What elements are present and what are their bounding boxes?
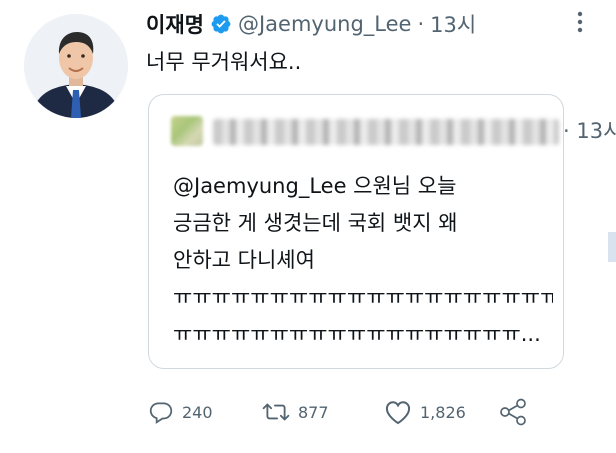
tweet-text: 너무 무거워서요.. [146, 50, 302, 74]
reply-icon [149, 402, 173, 424]
author-avatar[interactable] [24, 14, 128, 118]
like-button[interactable]: 1,826 [384, 395, 466, 429]
tweet-timestamp[interactable]: 13시 [430, 9, 476, 39]
reply-button[interactable]: 240 [148, 395, 213, 429]
like-count: 1,826 [420, 402, 466, 422]
tweet-header: 이재명 @Jaemyung_Lee · 13시 [146, 8, 476, 40]
author-name[interactable]: 이재명 [146, 9, 204, 39]
quoted-text-line: ㅠㅠㅠㅠㅠㅠㅠㅠㅠㅠㅠㅠㅠㅠㅠㅠㅠㅠㅠㅠ [173, 285, 553, 309]
share-icon [500, 398, 526, 426]
quoted-author-avatar-blurred [171, 116, 203, 146]
author-handle[interactable]: @Jaemyung_Lee [238, 12, 412, 36]
reply-count: 240 [182, 402, 213, 422]
quoted-text-line: 긍금한 게 생겻는데 국회 뱃지 왜 [173, 211, 458, 235]
more-vertical-icon [577, 11, 583, 33]
retweet-button[interactable]: 877 [262, 395, 329, 429]
quoted-author-name-blurred [213, 119, 559, 145]
quoted-tweet-timestamp: · 13시 [563, 119, 616, 143]
tweet-action-bar: 240 877 1,826 [148, 395, 538, 429]
more-options-button[interactable] [566, 8, 594, 36]
retweet-icon [262, 403, 290, 421]
quoted-text-line: ㅠㅠㅠㅠㅠㅠㅠㅠㅠㅠㅠㅠㅠㅠㅠㅠㅠㅠ... [173, 322, 541, 346]
separator-dot: · [417, 12, 425, 36]
scroll-indicator[interactable] [608, 232, 616, 262]
avatar-portrait-image [24, 14, 128, 118]
share-button[interactable] [498, 395, 528, 429]
heart-icon [385, 401, 411, 425]
verified-badge-icon [210, 13, 232, 35]
quoted-text-line: 안하고 다니셰여 [173, 248, 315, 272]
retweet-count: 877 [298, 402, 329, 422]
quoted-tweet-text: @Jaemyung_Lee 으원님 오늘 긍금한 게 생겻는데 국회 뱃지 왜 … [173, 168, 553, 353]
quoted-tweet-card[interactable]: · 13시 @Jaemyung_Lee 으원님 오늘 긍금한 게 생겻는데 국회… [148, 94, 616, 369]
quoted-text-line: @Jaemyung_Lee 으원님 오늘 [173, 174, 457, 198]
